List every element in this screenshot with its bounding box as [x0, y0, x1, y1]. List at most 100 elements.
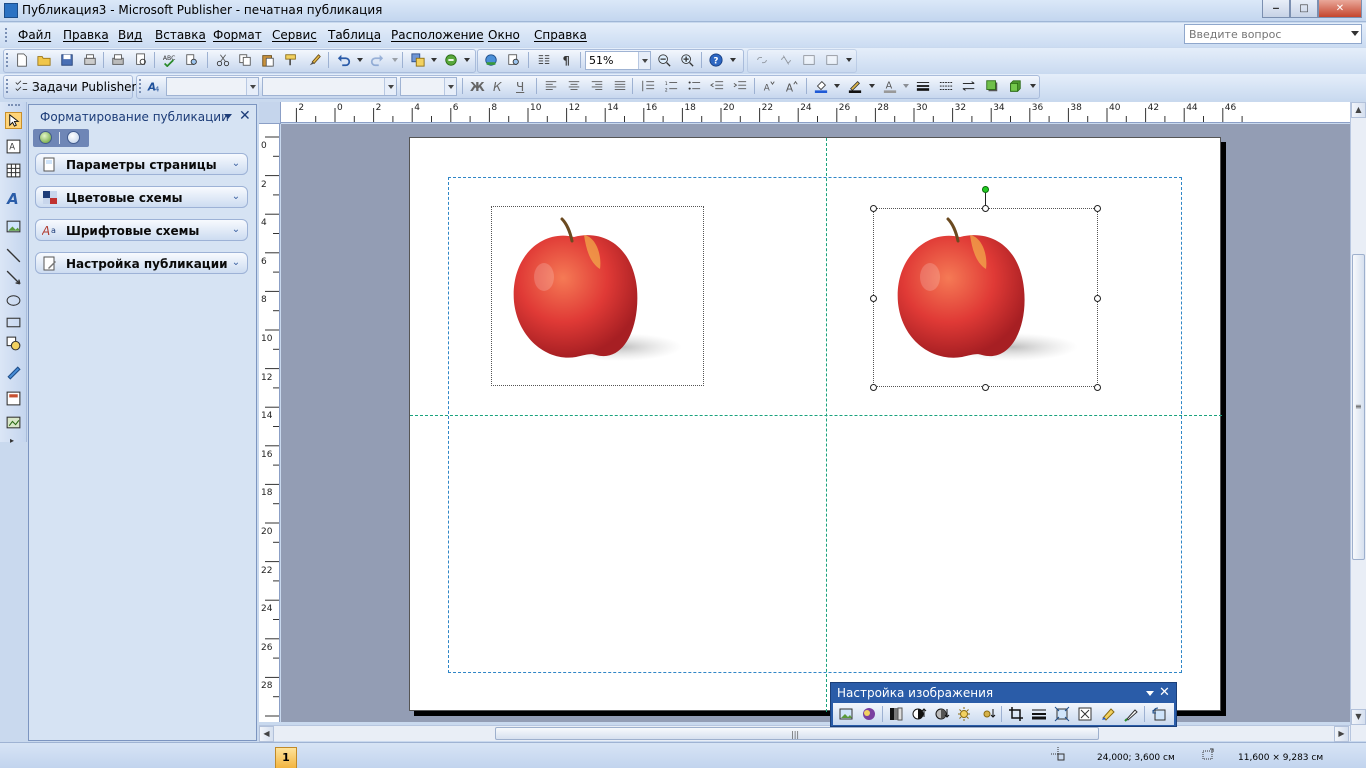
more-brightness-icon[interactable]	[957, 706, 973, 722]
line-icon[interactable]	[5, 247, 22, 264]
horizontal-scroll-thumb[interactable]: |||	[495, 727, 1099, 740]
set-transparent-color-icon[interactable]	[1123, 706, 1139, 722]
picture-frame-right[interactable]	[873, 208, 1098, 387]
resize-handle-w[interactable]	[870, 295, 877, 302]
clip-art-icon[interactable]	[861, 706, 877, 722]
redo-dropdown-icon[interactable]	[392, 58, 398, 62]
increase-indent-icon[interactable]	[732, 79, 748, 93]
chevron-down-icon[interactable]: ⌄	[229, 157, 243, 171]
design-gallery-icon[interactable]	[5, 390, 22, 407]
hotspot-icon[interactable]	[5, 364, 22, 381]
menu-grip[interactable]	[5, 28, 9, 42]
open-icon[interactable]	[36, 53, 52, 67]
task-pane-close-button[interactable]: ✕	[239, 108, 251, 124]
line-color-dropdown-icon[interactable]	[869, 84, 875, 88]
toolbar-grip[interactable]	[6, 79, 9, 93]
help-question-box[interactable]	[1184, 24, 1362, 44]
content-library-icon[interactable]	[5, 414, 22, 431]
columns-icon[interactable]	[536, 53, 552, 67]
select-pointer-icon[interactable]	[5, 112, 22, 129]
vertical-scrollbar[interactable]: ▲ ≡ ▼	[1350, 102, 1366, 741]
toolbar-options-icon[interactable]	[1030, 84, 1036, 88]
horizontal-ruler[interactable]: 8642024681012141618202224262830323436384…	[281, 102, 1350, 123]
link-text-box-icon[interactable]	[754, 53, 770, 67]
menu-insert[interactable]: Вставка	[155, 28, 206, 42]
scroll-right-icon[interactable]: ▶	[1334, 726, 1349, 742]
font-combo[interactable]	[262, 77, 397, 96]
menu-help[interactable]: Справка	[534, 28, 587, 42]
arrow-style-icon[interactable]	[961, 79, 977, 93]
publication-page[interactable]	[409, 137, 1222, 712]
chevron-down-icon[interactable]	[246, 78, 258, 95]
zoom-in-icon[interactable]	[679, 53, 695, 67]
zoom-out-icon[interactable]	[656, 53, 672, 67]
back-arrow-icon[interactable]	[39, 131, 52, 144]
rectangle-icon[interactable]	[5, 314, 22, 331]
toolbar-options-icon[interactable]	[730, 58, 736, 62]
scroll-up-icon[interactable]: ▲	[1351, 102, 1366, 118]
color-icon[interactable]	[888, 706, 904, 722]
scroll-left-icon[interactable]: ◀	[259, 726, 274, 742]
toolbar-grip[interactable]	[6, 53, 9, 67]
task-pane-title[interactable]: Форматирование публикации	[40, 110, 229, 124]
previous-text-box-icon[interactable]	[801, 53, 817, 67]
menu-table[interactable]: Таблица	[328, 28, 381, 42]
brush-icon[interactable]	[307, 53, 323, 67]
resize-handle-se[interactable]	[1094, 384, 1101, 391]
format-picture-icon[interactable]	[1100, 706, 1116, 722]
chevron-down-icon[interactable]	[1351, 31, 1359, 36]
redo-icon[interactable]	[369, 53, 385, 67]
workspace-canvas[interactable]	[281, 124, 1350, 722]
bullets-icon[interactable]	[686, 79, 702, 93]
page-navigator-1[interactable]: 1	[275, 747, 297, 768]
insert-picture-icon[interactable]	[838, 706, 854, 722]
tasks-icon[interactable]	[13, 79, 29, 93]
section-publication-settings[interactable]: Настройка публикации ⌄	[35, 252, 248, 274]
section-page-setup[interactable]: Параметры страницы ⌄	[35, 153, 248, 175]
ruler-corner[interactable]	[259, 102, 281, 124]
menu-file[interactable]: Файл	[18, 28, 51, 42]
menu-edit[interactable]: Правка	[63, 28, 109, 42]
apple-image-left[interactable]	[492, 207, 703, 385]
line-spacing-icon[interactable]	[640, 79, 656, 93]
numbering-icon[interactable]: 12	[663, 79, 679, 93]
close-button[interactable]: ✕	[1318, 0, 1362, 18]
center-guide-horizontal[interactable]	[410, 415, 1222, 416]
align-center-icon[interactable]	[566, 79, 582, 93]
bring-to-front-icon[interactable]	[410, 53, 426, 67]
line-style-icon[interactable]	[915, 79, 931, 93]
rotate-icon[interactable]	[443, 53, 459, 67]
toolbar-options-icon[interactable]	[846, 58, 852, 62]
cut-icon[interactable]	[215, 53, 231, 67]
save-icon[interactable]	[59, 53, 75, 67]
new-document-icon[interactable]	[14, 53, 30, 67]
scroll-down-icon[interactable]: ▼	[1351, 709, 1366, 725]
apple-image-right[interactable]	[874, 209, 1097, 386]
resize-handle-nw[interactable]	[870, 205, 877, 212]
picture-toolbar-close-button[interactable]: ✕	[1159, 685, 1170, 700]
undo-icon[interactable]	[336, 53, 352, 67]
reset-picture-icon[interactable]	[1151, 706, 1167, 722]
resize-handle-s[interactable]	[982, 384, 989, 391]
menu-view[interactable]: Вид	[118, 28, 142, 42]
picture-toolbar-title[interactable]: Настройка изображения	[837, 686, 993, 700]
print-preview-icon[interactable]	[133, 53, 149, 67]
autoshapes-icon[interactable]	[5, 335, 22, 352]
underline-button[interactable]: Ч	[516, 80, 524, 94]
menu-tools[interactable]: Сервис	[272, 28, 317, 42]
picture-frame-left[interactable]	[491, 206, 704, 386]
print-icon[interactable]	[110, 53, 126, 67]
chevron-down-icon[interactable]: ⌄	[229, 190, 243, 204]
copy-icon[interactable]	[237, 53, 253, 67]
align-right-icon[interactable]	[589, 79, 605, 93]
undo-dropdown-icon[interactable]	[357, 58, 363, 62]
find-icon[interactable]	[506, 53, 522, 67]
section-font-schemes[interactable]: Aa Шрифтовые схемы ⌄	[35, 219, 248, 241]
decrease-indent-icon[interactable]	[709, 79, 725, 93]
chevron-down-icon[interactable]	[638, 52, 650, 69]
font-color-dropdown-icon[interactable]	[903, 84, 909, 88]
menu-arrange[interactable]: Расположение	[391, 28, 484, 42]
italic-button[interactable]: К	[493, 80, 502, 94]
horizontal-scrollbar[interactable]: ◀ ||| ▶	[259, 725, 1350, 742]
minimize-button[interactable]: ‒	[1262, 0, 1290, 18]
